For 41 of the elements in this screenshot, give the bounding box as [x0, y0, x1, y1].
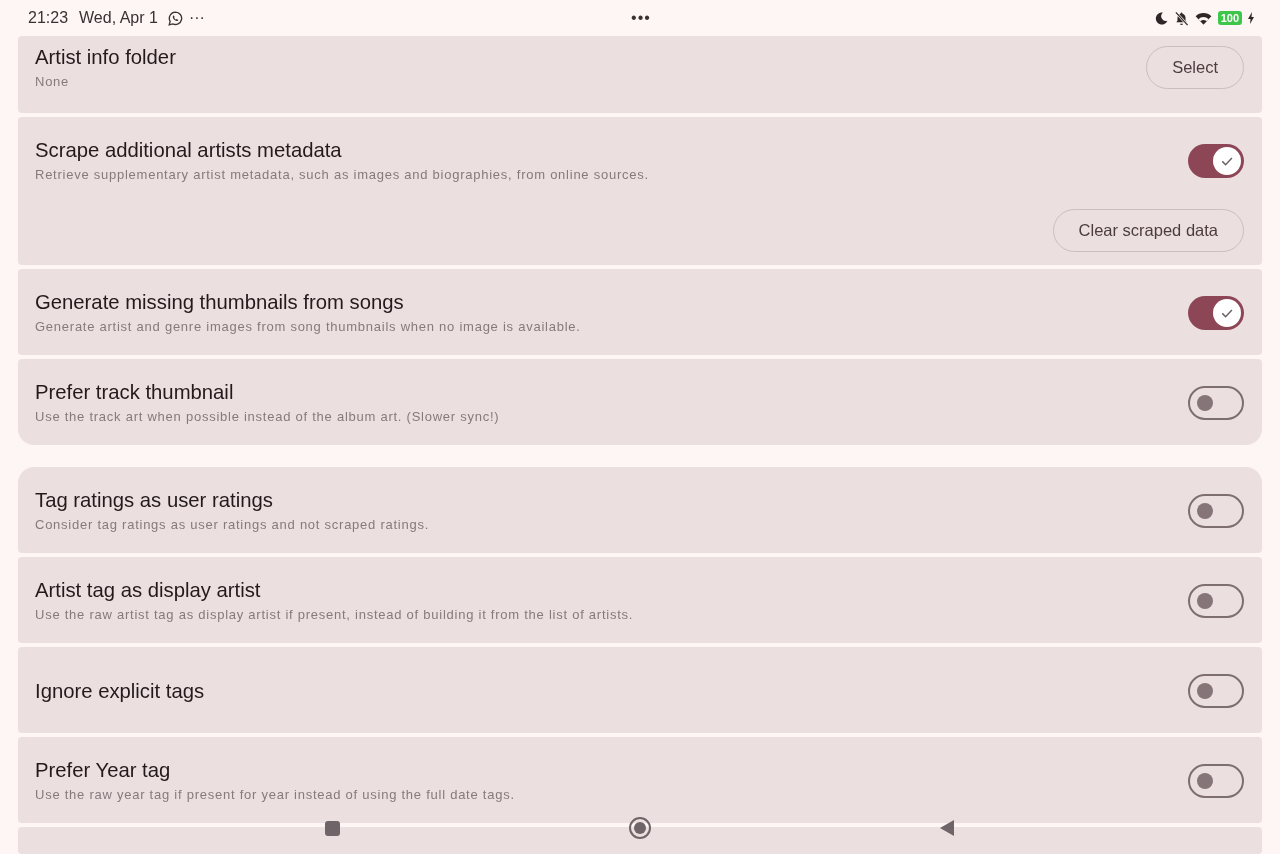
toggle-switch[interactable] [1188, 493, 1244, 528]
status-date: Wed, Apr 1 [79, 9, 158, 27]
toggle-switch[interactable] [1188, 295, 1244, 330]
phone-bubble-icon [167, 10, 183, 26]
check-thumb-icon [1213, 298, 1241, 327]
setting-description: Generate artist and genre images from song thumbnails when no image is available. [35, 318, 582, 336]
toggle-switch[interactable] [1188, 763, 1244, 798]
setting-title: Ignore explicit tags [35, 678, 206, 704]
setting-title: Generate missing thumbnails from songs [35, 290, 405, 315]
toggle-switch[interactable] [1188, 143, 1244, 178]
setting-description: Consider tag ratings as user ratings and not scraped ratings. [35, 516, 431, 534]
toggle-switch[interactable] [1188, 583, 1244, 618]
thumb-dot-icon [1197, 394, 1213, 411]
status-time: 21:23 [28, 9, 69, 27]
toggle-switch[interactable] [1188, 385, 1244, 420]
setting-description: Use the raw artist tag as display artist if present, instead of building it from the list of artists. [35, 606, 635, 624]
thumb-dot-icon [1197, 682, 1213, 699]
thumb-dot-icon [1197, 502, 1213, 519]
battery-indicator: 100 [1217, 11, 1242, 25]
wifi-icon [1194, 11, 1212, 25]
bell-off-icon [1173, 10, 1189, 26]
thumb-dot-icon [1197, 772, 1213, 789]
setting-title: Prefer track thumbnail [35, 380, 235, 405]
moon-icon [1154, 11, 1168, 25]
back-triangle-icon[interactable] [940, 820, 954, 836]
setting-title: Artist tag as display artist [35, 578, 262, 603]
setting-title: Prefer Year tag [35, 758, 172, 783]
thumb-dot-icon [1197, 592, 1213, 609]
notification-more-indicator: ··· [188, 9, 205, 27]
window-menu-dots[interactable]: ••• [631, 9, 651, 27]
square-icon[interactable] [325, 821, 340, 836]
setting-title: Scrape additional artists metadata [35, 138, 343, 163]
ring-dot-icon[interactable] [629, 817, 651, 839]
setting-description: Retrieve supplementary artist metadata, such as images and biographies, from online sources. [35, 166, 650, 184]
setting-title: Artist info folder [35, 45, 177, 70]
check-thumb-icon [1213, 146, 1241, 175]
setting-description: Use the track art when possible instead of the album art. (Slower sync!) [35, 408, 501, 426]
setting-description: None [35, 73, 71, 91]
setting-description: Use the raw year tag if present for year instead of using the full date tags. [35, 786, 516, 804]
toggle-switch[interactable] [1188, 673, 1244, 708]
setting-title: Tag ratings as user ratings [35, 488, 274, 513]
